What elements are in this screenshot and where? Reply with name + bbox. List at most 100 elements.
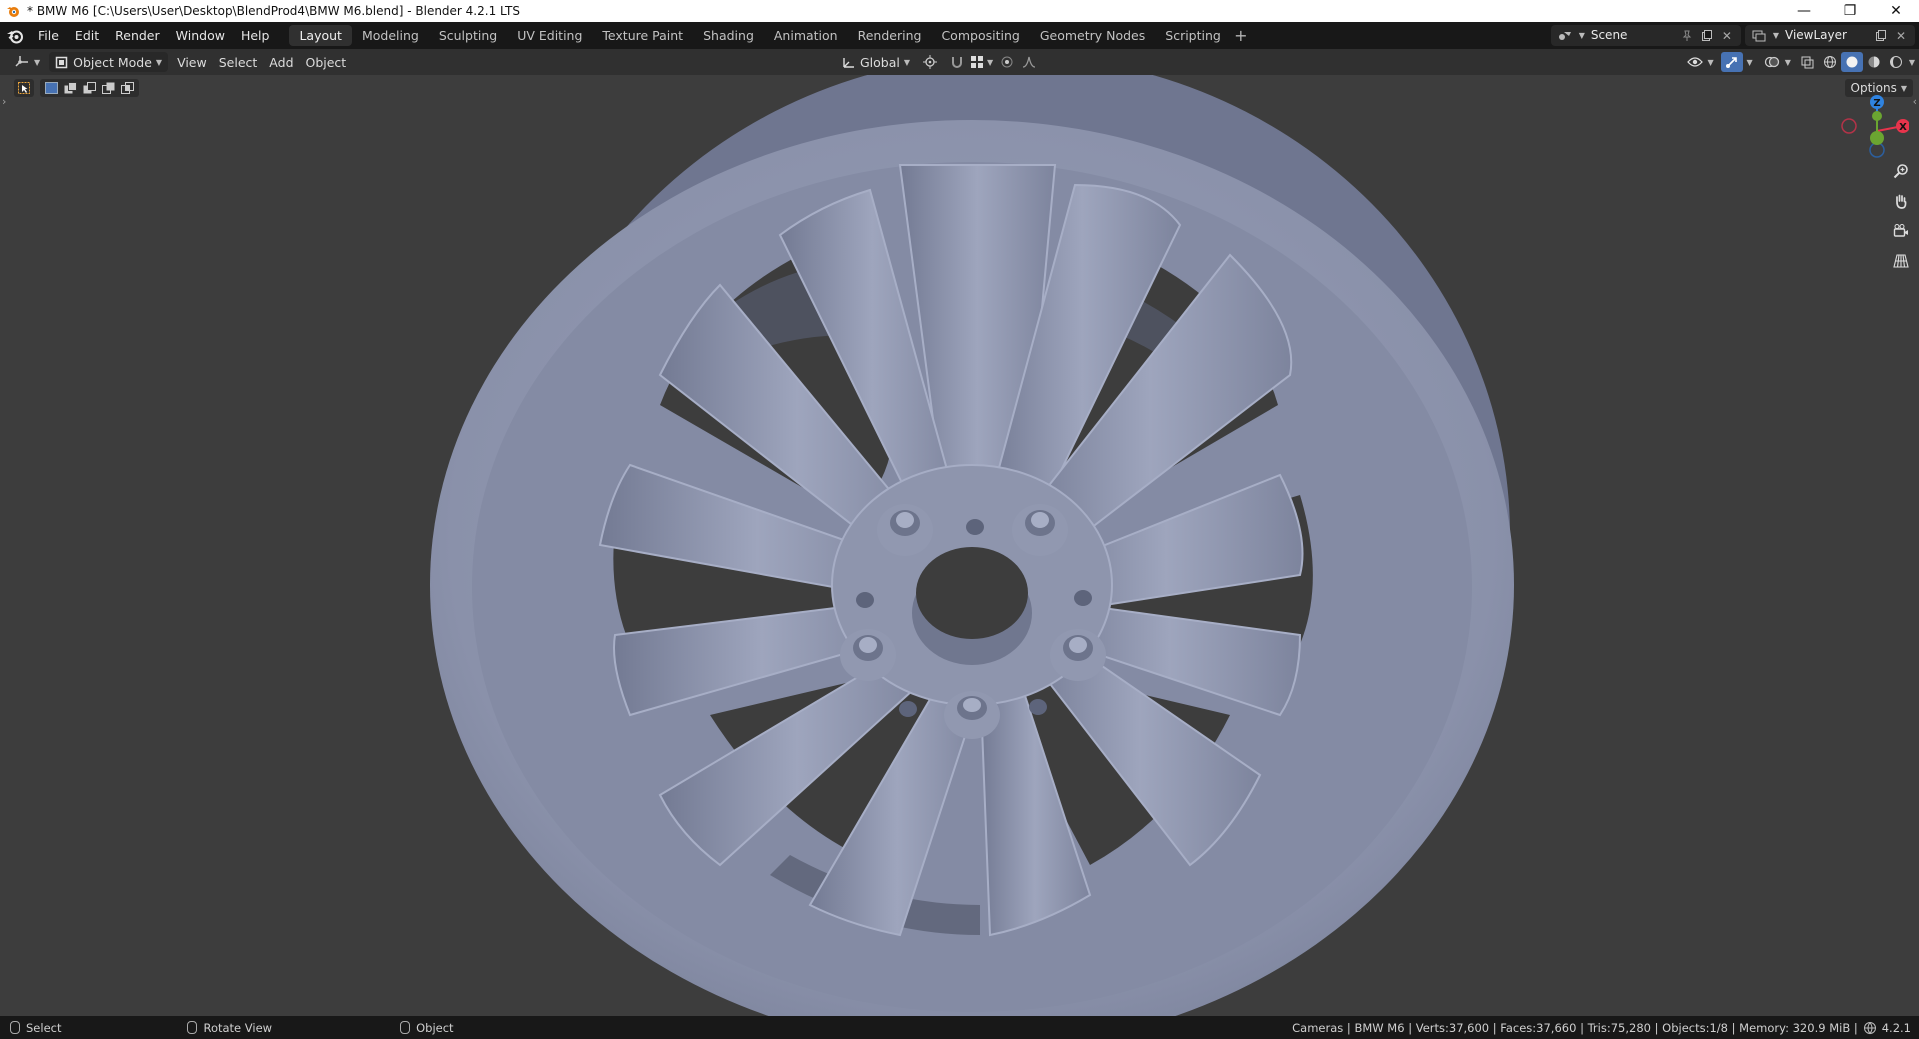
window-title: * BMW M6 [C:\Users\User\Desktop\BlendPro… xyxy=(27,4,521,18)
rendered-shading-icon[interactable] xyxy=(1885,52,1907,72)
menu-add[interactable]: Add xyxy=(263,52,299,72)
transform-controls: Global ▼ ▼ xyxy=(836,52,1040,72)
select-extend-icon[interactable] xyxy=(62,80,79,96)
select-subtract-icon[interactable] xyxy=(81,80,98,96)
axis-neg-x-icon[interactable] xyxy=(1841,118,1857,134)
tab-geometry-nodes[interactable]: Geometry Nodes xyxy=(1030,25,1155,46)
chevron-down-icon: ▼ xyxy=(903,57,911,67)
scene-stats-text: Cameras | BMW M6 | Verts:37,600 | Faces:… xyxy=(1292,1020,1858,1035)
chevron-down-icon: ▼ xyxy=(986,57,994,67)
network-icon xyxy=(1863,1021,1876,1034)
object-mode-label: Object Mode xyxy=(73,54,152,70)
viewlayer-name-field[interactable]: ViewLayer xyxy=(1779,26,1871,45)
menu-window[interactable]: Window xyxy=(168,22,233,49)
chevron-down-icon: ▼ xyxy=(34,57,41,67)
transform-orientation-dropdown[interactable]: Global ▼ xyxy=(836,52,916,72)
tab-sculpting[interactable]: Sculpting xyxy=(429,25,507,46)
menu-help[interactable]: Help xyxy=(233,22,278,49)
perspective-toggle-icon[interactable] xyxy=(1889,249,1913,273)
sidebar-expand-arrow-icon[interactable]: ‹ xyxy=(1913,95,1917,108)
tool-header xyxy=(14,79,139,97)
status-bar: Select Rotate View Object Cameras | BMW … xyxy=(0,1016,1919,1039)
status-rotate-label: Rotate View xyxy=(203,1020,273,1035)
tab-uv-editing[interactable]: UV Editing xyxy=(507,25,592,46)
axis-neg-y-icon[interactable] xyxy=(1870,131,1884,145)
status-object-hint: Object xyxy=(400,1021,454,1035)
pan-hand-icon[interactable] xyxy=(1889,189,1913,213)
axis-y-icon[interactable] xyxy=(1872,111,1882,121)
gizmo-toggle-icon[interactable] xyxy=(1720,52,1743,72)
version-label: 4.2.1 xyxy=(1881,1020,1911,1035)
chevron-down-icon: ▼ xyxy=(1707,57,1714,67)
overlays-icon[interactable] xyxy=(1761,52,1783,72)
remove-viewlayer-icon[interactable]: ✕ xyxy=(1891,26,1911,45)
viewport-header-right: ▼ ▼ ▼ ▼ xyxy=(1687,52,1915,72)
pin-icon[interactable] xyxy=(1677,26,1697,45)
status-rotate-hint: Rotate View xyxy=(187,1021,272,1035)
new-viewlayer-icon[interactable] xyxy=(1871,26,1891,45)
menu-select[interactable]: Select xyxy=(213,52,264,72)
close-button[interactable]: ✕ xyxy=(1873,0,1919,22)
pivot-point-icon[interactable] xyxy=(916,52,946,72)
blender-app-icon xyxy=(5,3,21,19)
remove-scene-icon[interactable]: ✕ xyxy=(1717,26,1737,45)
tab-layout[interactable]: Layout xyxy=(289,25,352,46)
camera-view-icon[interactable] xyxy=(1889,219,1913,243)
chevron-down-icon[interactable]: ▼ xyxy=(1747,58,1753,67)
3d-viewport-icon xyxy=(15,56,28,67)
scene-name-field[interactable]: Scene xyxy=(1585,26,1677,45)
menu-object[interactable]: Object xyxy=(300,52,353,72)
mouse-left-icon xyxy=(10,1021,20,1034)
tab-shading[interactable]: Shading xyxy=(693,25,764,46)
new-scene-icon[interactable] xyxy=(1697,26,1717,45)
visibility-eye-icon[interactable]: ▼ xyxy=(1687,52,1715,72)
scene-statistics: Cameras | BMW M6 | Verts:37,600 | Faces:… xyxy=(1292,1016,1911,1039)
add-workspace-button[interactable]: + xyxy=(1231,25,1251,46)
zoom-icon[interactable] xyxy=(1889,159,1913,183)
minimize-button[interactable]: — xyxy=(1781,0,1827,22)
select-new-icon[interactable] xyxy=(43,80,60,96)
workspace-tabs: Layout Modeling Sculpting UV Editing Tex… xyxy=(289,22,1250,49)
mouse-right-icon xyxy=(400,1021,411,1034)
3d-viewport[interactable]: Options ▼ › ‹ Z X xyxy=(0,75,1919,1016)
status-select-label: Select xyxy=(26,1020,62,1035)
snap-toggle-icon[interactable] xyxy=(946,52,968,72)
chevron-down-icon[interactable]: ▼ xyxy=(1909,58,1915,67)
select-invert-icon[interactable] xyxy=(100,80,117,96)
tab-rendering[interactable]: Rendering xyxy=(848,25,932,46)
scene-selector[interactable]: ▼ Scene ✕ xyxy=(1550,25,1741,46)
toolbar-expand-arrow-icon[interactable]: › xyxy=(2,95,6,108)
snap-target-icon[interactable]: ▼ xyxy=(968,52,996,72)
falloff-icon[interactable] xyxy=(1018,52,1040,72)
mouse-middle-icon xyxy=(187,1021,198,1034)
editor-type-button[interactable]: ▼ xyxy=(8,52,46,72)
tab-modeling[interactable]: Modeling xyxy=(352,25,429,46)
select-intersect-icon[interactable] xyxy=(119,80,136,96)
blender-logo-icon[interactable] xyxy=(0,22,30,49)
select-tool-icon[interactable] xyxy=(14,79,34,97)
tab-texture-paint[interactable]: Texture Paint xyxy=(592,25,693,46)
tab-scripting[interactable]: Scripting xyxy=(1155,25,1231,46)
object-mode-dropdown[interactable]: Object Mode ▼ xyxy=(49,52,169,72)
viewlayer-icon xyxy=(1749,26,1769,45)
wheel-model xyxy=(430,75,1514,1016)
menu-file[interactable]: File xyxy=(30,22,67,49)
menu-view[interactable]: View xyxy=(171,52,213,72)
material-preview-icon[interactable] xyxy=(1863,52,1885,72)
status-select-hint: Select xyxy=(10,1021,61,1035)
center-bore-hole xyxy=(916,547,1028,639)
tab-compositing[interactable]: Compositing xyxy=(931,25,1029,46)
object-mode-icon xyxy=(55,56,68,68)
tab-animation[interactable]: Animation xyxy=(764,25,848,46)
chevron-down-icon[interactable]: ▼ xyxy=(1785,58,1791,67)
proportional-editing-icon[interactable] xyxy=(996,52,1018,72)
viewlayer-selector[interactable]: ▼ ViewLayer ✕ xyxy=(1744,25,1915,46)
menu-edit[interactable]: Edit xyxy=(67,22,107,49)
transform-orientation-label: Global xyxy=(860,54,900,70)
menu-render[interactable]: Render xyxy=(107,22,168,49)
xray-toggle-icon[interactable] xyxy=(1797,52,1819,72)
maximize-button[interactable]: ❐ xyxy=(1827,0,1873,22)
axis-neg-z-icon[interactable] xyxy=(1869,142,1885,158)
solid-shading-icon[interactable] xyxy=(1840,52,1863,72)
wireframe-shading-icon[interactable] xyxy=(1819,52,1841,72)
